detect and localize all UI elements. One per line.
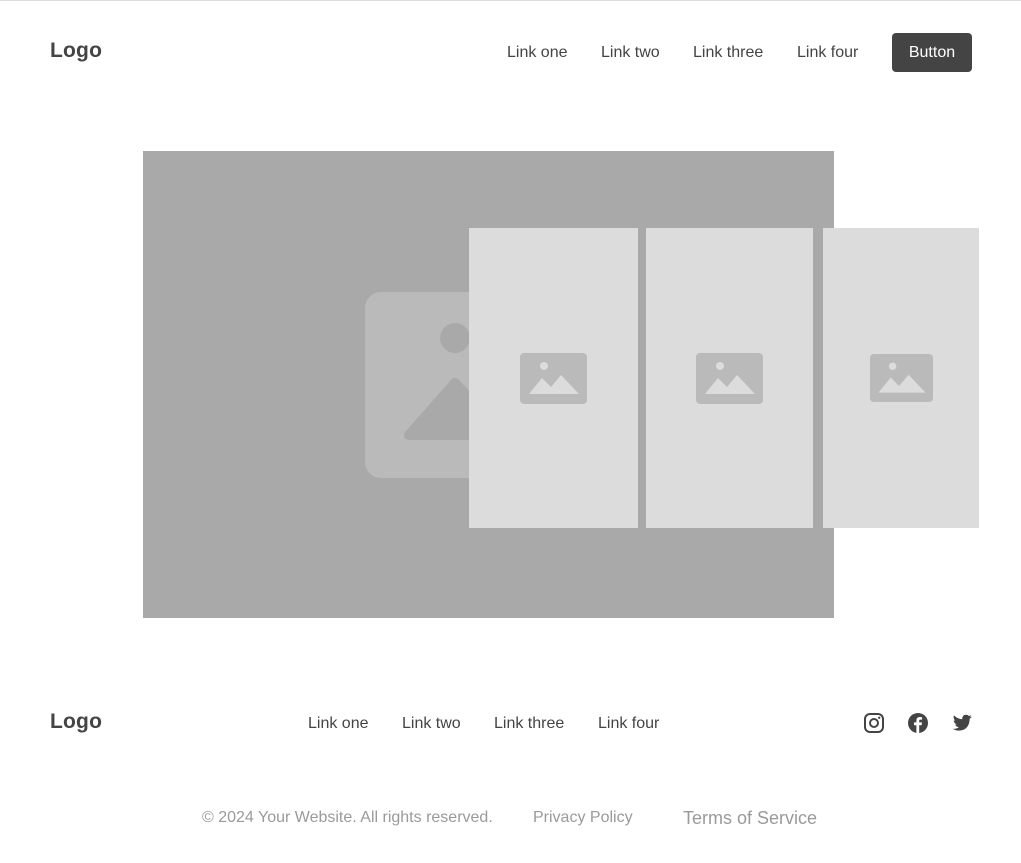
page: Logo Link one Link two Link three Link f… xyxy=(0,0,1021,863)
footer-nav-link-one[interactable]: Link one xyxy=(308,715,369,733)
header-logo[interactable]: Logo xyxy=(50,39,102,63)
terms-of-service-link[interactable]: Terms of Service xyxy=(683,808,817,829)
header-nav-link-one[interactable]: Link one xyxy=(507,44,568,62)
copyright-text: © 2024 Your Website. All rights reserved… xyxy=(202,809,493,826)
header-nav-link-two[interactable]: Link two xyxy=(601,44,660,62)
twitter-icon[interactable] xyxy=(951,712,973,734)
header-nav-link-four[interactable]: Link four xyxy=(797,44,858,62)
facebook-icon[interactable] xyxy=(907,712,929,734)
image-placeholder-icon xyxy=(520,352,587,404)
header-nav-link-three[interactable]: Link three xyxy=(693,44,763,62)
footer-nav-link-three[interactable]: Link three xyxy=(494,715,564,733)
image-placeholder-icon xyxy=(696,352,763,404)
privacy-policy-link[interactable]: Privacy Policy xyxy=(533,809,633,827)
header-cta-button[interactable]: Button xyxy=(892,33,972,72)
footer-nav-link-four[interactable]: Link four xyxy=(598,715,659,733)
top-divider xyxy=(0,0,1021,1)
footer-nav-link-two[interactable]: Link two xyxy=(402,715,461,733)
gallery-card[interactable] xyxy=(646,228,813,528)
gallery-card[interactable] xyxy=(823,228,979,528)
footer-logo[interactable]: Logo xyxy=(50,710,102,734)
gallery-card[interactable] xyxy=(469,228,638,528)
instagram-icon[interactable] xyxy=(863,712,885,734)
image-placeholder-icon xyxy=(869,354,933,402)
